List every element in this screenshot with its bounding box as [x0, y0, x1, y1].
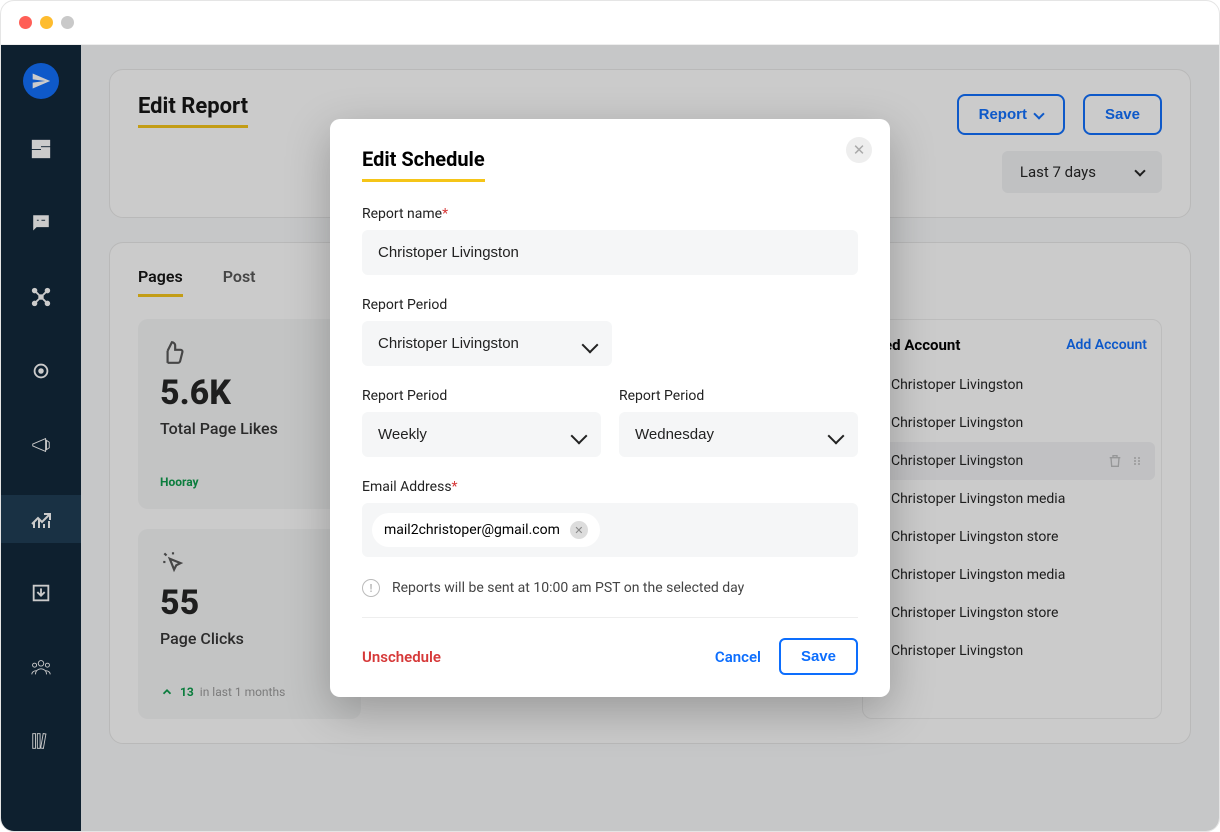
report-period-label-2: Report Period: [362, 388, 601, 404]
titlebar: [1, 1, 1219, 45]
app-window: Edit Report Report Save Last 7 days: [0, 0, 1220, 832]
app-body: Edit Report Report Save Last 7 days: [1, 45, 1219, 832]
modal-title: Edit Schedule: [362, 147, 485, 182]
window-maximize-dot[interactable]: [61, 16, 74, 29]
window-close-dot[interactable]: [19, 16, 32, 29]
modal-save-button[interactable]: Save: [779, 638, 858, 675]
remove-email-icon[interactable]: ✕: [570, 521, 588, 539]
email-pill: mail2christoper@gmail.com ✕: [372, 513, 600, 547]
info-icon: !: [362, 579, 380, 597]
info-text: Reports will be sent at 10:00 am PST on …: [392, 580, 744, 596]
report-period-select-1[interactable]: Christoper Livingston: [362, 321, 612, 366]
report-period-label-1: Report Period: [362, 297, 858, 313]
edit-schedule-modal: ✕ Edit Schedule Report name* Report Peri…: [330, 119, 890, 697]
report-name-label: Report name*: [362, 206, 858, 222]
email-input-wrap[interactable]: mail2christoper@gmail.com ✕: [362, 503, 858, 557]
report-frequency-select[interactable]: Weekly: [362, 412, 601, 457]
modal-overlay[interactable]: ✕ Edit Schedule Report name* Report Peri…: [1, 45, 1219, 832]
report-period-label-3: Report Period: [619, 388, 858, 404]
email-label: Email Address*: [362, 479, 858, 495]
report-day-select[interactable]: Wednesday: [619, 412, 858, 457]
window-minimize-dot[interactable]: [40, 16, 53, 29]
report-name-input[interactable]: [362, 230, 858, 275]
unschedule-link[interactable]: Unschedule: [362, 648, 441, 666]
cancel-link[interactable]: Cancel: [715, 648, 761, 666]
email-value: mail2christoper@gmail.com: [384, 522, 560, 538]
close-icon[interactable]: ✕: [846, 137, 872, 163]
schedule-info: ! Reports will be sent at 10:00 am PST o…: [362, 575, 858, 618]
